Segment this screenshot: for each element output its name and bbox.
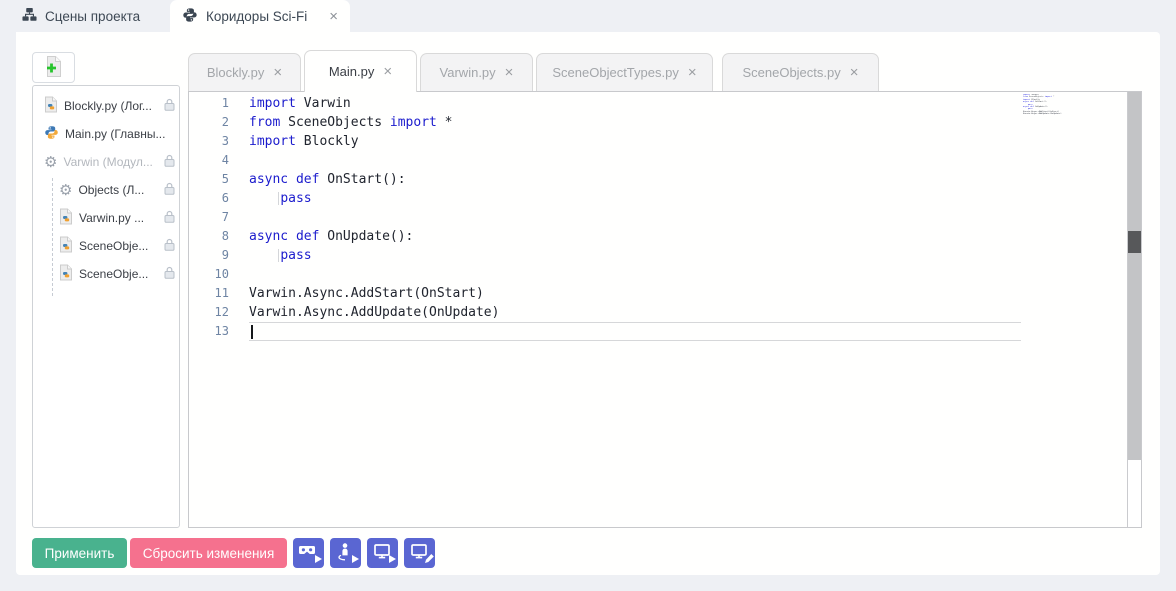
scrollbar-thumb[interactable] bbox=[1128, 231, 1141, 253]
tab-close-icon[interactable]: × bbox=[383, 64, 392, 79]
lock-icon bbox=[164, 238, 175, 254]
editor-tab-label: Varwin.py bbox=[440, 65, 496, 80]
tree-item-label: Varwin (Модул... bbox=[63, 155, 158, 169]
editor-tab-main[interactable]: Main.py × bbox=[304, 50, 417, 92]
lock-icon bbox=[164, 210, 175, 226]
sitemap-icon bbox=[22, 7, 37, 25]
tree-item-label: Objects (Л... bbox=[78, 183, 158, 197]
tree-item-label: Varwin.py ... bbox=[79, 211, 158, 225]
code-lines[interactable]: import Varwinfrom SceneObjects import *i… bbox=[249, 92, 1127, 527]
gear-icon: ⚙ bbox=[44, 155, 57, 170]
editor-tab-label: SceneObjectTypes.py bbox=[552, 65, 678, 80]
play-arrow-icon bbox=[315, 555, 322, 563]
python-icon bbox=[182, 7, 198, 26]
tab-close-icon[interactable]: × bbox=[688, 65, 697, 80]
lock-icon bbox=[164, 98, 175, 114]
tree-item-label: Blockly.py (Лог... bbox=[64, 99, 158, 113]
window-tab-project[interactable]: Коридоры Sci-Fi × bbox=[170, 0, 350, 32]
editor-tab-sceneobjects[interactable]: SceneObjects.py × bbox=[722, 53, 879, 91]
tab-close-icon[interactable]: × bbox=[505, 65, 514, 80]
python-file-icon bbox=[59, 236, 73, 256]
tree-item-main[interactable]: Main.py (Главны... bbox=[33, 120, 179, 148]
window-tab-scenes[interactable]: Сцены проекта bbox=[10, 0, 170, 32]
add-file-icon bbox=[44, 55, 63, 81]
lock-icon bbox=[164, 182, 175, 198]
pencil-icon bbox=[425, 551, 434, 566]
add-file-button[interactable] bbox=[32, 52, 75, 83]
reset-changes-button[interactable]: Сбросить изменения bbox=[130, 538, 287, 568]
window-tab-label: Коридоры Sci-Fi bbox=[206, 9, 307, 24]
window-tab-label: Сцены проекта bbox=[45, 9, 140, 24]
tree-item-varwin-module[interactable]: ⚙ Varwin (Модул... bbox=[33, 148, 179, 176]
editor-tab-label: SceneObjects.py bbox=[742, 65, 840, 80]
tree-item-sceneobjects[interactable]: SceneObje... bbox=[33, 260, 179, 288]
project-panel: Blockly.py (Лог... Main.py (Главны... ⚙ … bbox=[16, 32, 1160, 575]
tree-item-label: Main.py (Главны... bbox=[65, 127, 175, 141]
line-numbers: 12345678910111213 bbox=[189, 92, 249, 527]
edit-desktop-button[interactable] bbox=[404, 538, 435, 568]
python-file-icon bbox=[59, 208, 73, 228]
close-icon[interactable]: × bbox=[329, 9, 338, 24]
python-file-icon bbox=[59, 264, 73, 284]
tree-item-label: SceneObje... bbox=[79, 239, 158, 253]
run-spectator-button[interactable] bbox=[330, 538, 361, 568]
editor-scrollbar[interactable] bbox=[1127, 92, 1141, 527]
lock-icon bbox=[164, 154, 175, 170]
play-arrow-icon bbox=[352, 555, 359, 563]
python-icon bbox=[44, 125, 59, 143]
editor-tab-label: Blockly.py bbox=[207, 65, 265, 80]
app-window: Сцены проекта Коридоры Sci-Fi × bbox=[0, 0, 1176, 591]
tree-item-sceneobjecttypes[interactable]: SceneObje... bbox=[33, 232, 179, 260]
editor-tab-varwin[interactable]: Varwin.py × bbox=[420, 53, 533, 91]
python-file-icon bbox=[44, 96, 58, 116]
run-vr-button[interactable] bbox=[293, 538, 324, 568]
tab-close-icon[interactable]: × bbox=[850, 65, 859, 80]
editor-tab-sceneobjecttypes[interactable]: SceneObjectTypes.py × bbox=[536, 53, 713, 91]
tree-item-varwin-py[interactable]: Varwin.py ... bbox=[33, 204, 179, 232]
editor-tab-blockly[interactable]: Blockly.py × bbox=[188, 53, 301, 91]
gear-icon: ⚙ bbox=[59, 183, 72, 198]
run-desktop-button[interactable] bbox=[367, 538, 398, 568]
lock-icon bbox=[164, 266, 175, 282]
tree-item-objects[interactable]: ⚙ Objects (Л... bbox=[33, 176, 179, 204]
play-arrow-icon bbox=[389, 555, 396, 563]
editor-tab-label: Main.py bbox=[329, 64, 375, 79]
minimap[interactable]: import Varwinfrom SceneObjects import *i… bbox=[1023, 94, 1069, 128]
apply-button[interactable]: Применить bbox=[32, 538, 127, 568]
tree-item-blockly[interactable]: Blockly.py (Лог... bbox=[33, 92, 179, 120]
tree-item-label: SceneObje... bbox=[79, 267, 158, 281]
tab-close-icon[interactable]: × bbox=[273, 65, 282, 80]
object-tree: Blockly.py (Лог... Main.py (Главны... ⚙ … bbox=[32, 85, 180, 528]
scrollbar-track[interactable] bbox=[1128, 92, 1141, 460]
code-editor[interactable]: 12345678910111213 import Varwinfrom Scen… bbox=[188, 91, 1142, 528]
